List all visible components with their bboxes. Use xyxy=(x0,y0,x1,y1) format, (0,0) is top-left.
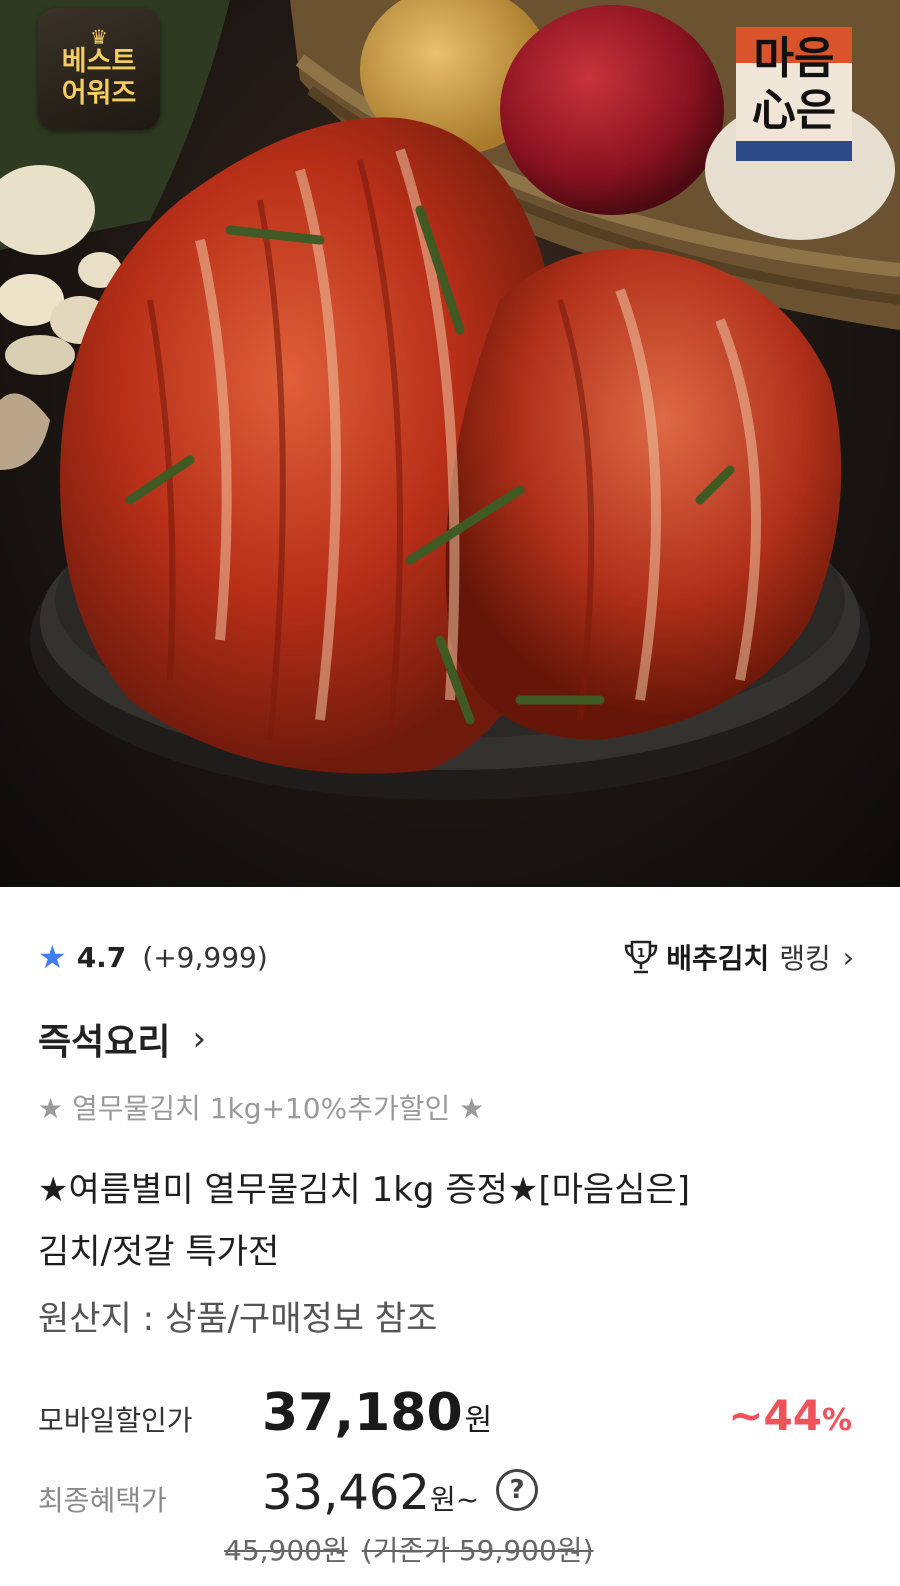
product-title-line2: 김치/젓갈 특가전 xyxy=(38,1232,280,1272)
product-info: ★ 4.7 (+9,999) 1 배추김치 랭킹 › 즉석요리 › ★ 열무물김… xyxy=(0,887,900,1586)
ranking-link[interactable]: 1 배추김치 랭킹 › xyxy=(622,937,854,977)
badge-line2: 어워즈 xyxy=(61,78,137,109)
rating-summary[interactable]: ★ 4.7 (+9,999) xyxy=(38,937,268,977)
final-price-label: 최종혜택가 xyxy=(38,1484,167,1517)
trophy-icon: 1 xyxy=(622,938,660,976)
final-price-row: 최종혜택가 33,462원~ ? xyxy=(38,1465,858,1529)
won-unit: 원 xyxy=(464,1403,493,1438)
ranking-category: 배추김치 xyxy=(666,942,770,975)
promo-text: ★ 열무물김치 1kg+10%추가할인 ★ xyxy=(38,1092,485,1125)
mobile-price-label: 모바일할인가 xyxy=(38,1404,193,1437)
original-prices: 45,900원 (기존가 59,900원) xyxy=(224,1529,608,1569)
discount-value: ~44 xyxy=(728,1391,822,1440)
svg-text:1: 1 xyxy=(637,946,645,960)
best-awards-badge: ♛ 베스트 어워즈 xyxy=(38,8,160,130)
chevron-right-icon: › xyxy=(192,1019,207,1059)
brand-logo: 마음心은 xyxy=(736,27,852,161)
mobile-price-value: 37,180 xyxy=(262,1383,463,1443)
discount-rate: ~44% xyxy=(728,1391,852,1440)
mobile-price-row: 모바일할인가 37,180원 ~44% xyxy=(38,1383,858,1447)
original-price: 45,900원 xyxy=(224,1534,348,1567)
star-icon: ★ xyxy=(38,938,67,976)
brand-logo-text: 마음心은 xyxy=(751,33,837,136)
list-price: (기존가 59,900원) xyxy=(361,1534,594,1567)
ranking-label: 랭킹 xyxy=(779,942,831,975)
badge-line1: 베스트 xyxy=(61,46,137,77)
origin-info: 원산지 : 상품/구매정보 참조 xyxy=(38,1299,438,1339)
category-link[interactable]: 즉석요리 › xyxy=(38,1013,206,1065)
chevron-right-icon: › xyxy=(842,940,854,974)
category-label: 즉석요리 xyxy=(38,1022,171,1063)
discount-pct: % xyxy=(821,1403,852,1438)
final-price-suffix: 원~ xyxy=(429,1483,480,1516)
product-image[interactable]: ♛ 베스트 어워즈 마음心은 xyxy=(0,0,900,887)
product-title-line1: ★여름별미 열무물김치 1kg 증정★[마음심은] xyxy=(38,1170,691,1210)
rating-score: 4.7 xyxy=(76,940,127,974)
review-count: (+9,999) xyxy=(142,940,268,974)
help-icon[interactable]: ? xyxy=(496,1469,538,1511)
crown-icon: ♛ xyxy=(90,25,108,49)
final-price: 33,462원~ xyxy=(262,1465,479,1521)
mobile-price: 37,180원 xyxy=(262,1383,492,1443)
final-price-value: 33,462 xyxy=(262,1465,430,1521)
product-title: ★여름별미 열무물김치 1kg 증정★[마음심은] 김치/젓갈 특가전 xyxy=(38,1159,858,1283)
